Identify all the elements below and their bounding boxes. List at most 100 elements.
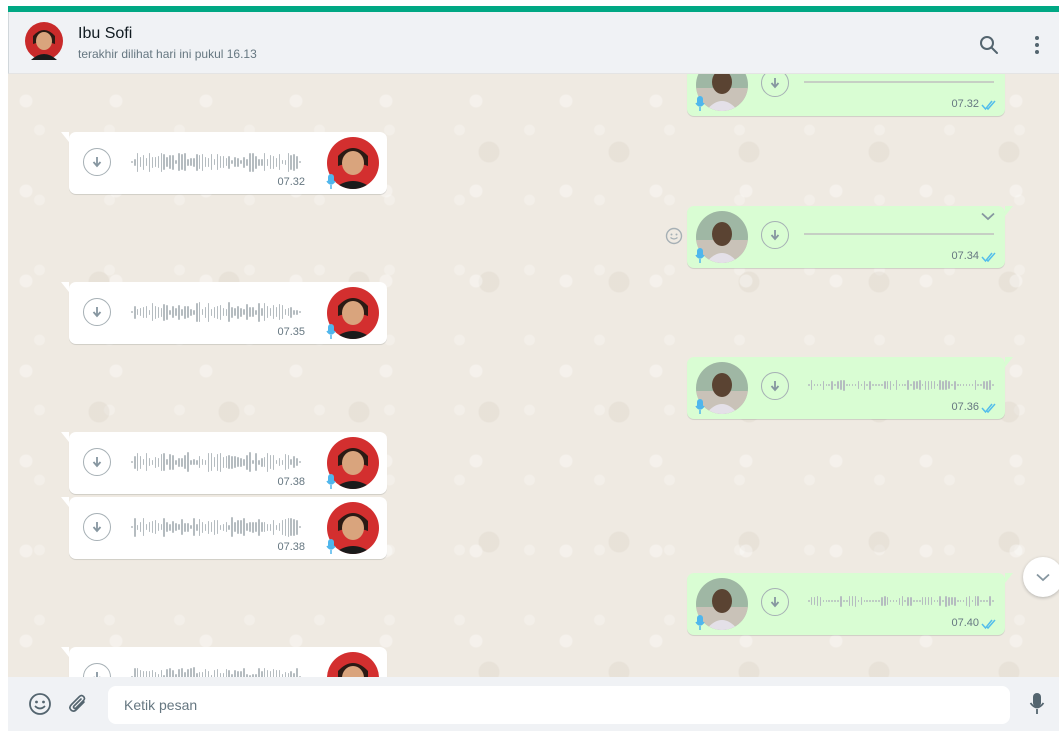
emoji-icon[interactable] bbox=[26, 690, 54, 718]
waveform-bar bbox=[187, 668, 189, 677]
waveform-bar bbox=[869, 380, 871, 390]
waveform-bar bbox=[269, 155, 272, 169]
chat-header[interactable]: Ibu Sofi terakhir dilihat hari ini pukul… bbox=[8, 12, 1059, 74]
waveform-bar bbox=[195, 153, 198, 171]
message-input[interactable] bbox=[108, 686, 1010, 724]
attach-icon[interactable] bbox=[64, 690, 92, 718]
waveform-bar bbox=[266, 158, 269, 166]
scroll-down-button[interactable] bbox=[1023, 557, 1059, 597]
download-button[interactable] bbox=[83, 663, 111, 677]
message-list[interactable]: 07.32 07.32 07.34 07.35 07.36 07.38 07.3… bbox=[8, 74, 1059, 677]
waveform-bar bbox=[210, 154, 213, 170]
waveform-bar bbox=[919, 600, 921, 602]
waveform-bar bbox=[904, 600, 906, 602]
waveform bbox=[808, 589, 994, 613]
waveform-bar bbox=[225, 669, 228, 677]
waveform-bar bbox=[228, 155, 231, 169]
waveform-bar bbox=[281, 519, 284, 535]
voice-message-outgoing[interactable]: 07.40 bbox=[687, 573, 1013, 635]
waveform-bar bbox=[275, 669, 278, 677]
waveform-bar bbox=[895, 380, 898, 390]
waveform-bar bbox=[213, 306, 216, 318]
waveform-bar bbox=[977, 596, 979, 606]
menu-icon[interactable] bbox=[1025, 33, 1049, 57]
waveform-bar bbox=[204, 157, 207, 167]
waveform-bar bbox=[933, 600, 936, 602]
voice-message-incoming[interactable]: 07.38 bbox=[61, 432, 387, 494]
download-button[interactable] bbox=[83, 448, 111, 476]
waveform-bar bbox=[234, 522, 236, 532]
contact-info[interactable]: Ibu Sofi terakhir dilihat hari ini pukul… bbox=[78, 24, 257, 62]
download-button[interactable] bbox=[761, 221, 789, 249]
chevron-down-icon[interactable] bbox=[981, 212, 995, 221]
waveform-bar bbox=[974, 596, 977, 606]
waveform-bar bbox=[281, 160, 284, 164]
waveform-bar bbox=[854, 595, 857, 607]
waveform-bar bbox=[848, 596, 851, 606]
waveform-bar bbox=[290, 306, 293, 318]
waveform-bar bbox=[225, 456, 228, 468]
voice-message-incoming[interactable]: 07.35 bbox=[61, 282, 387, 344]
waveform-bar bbox=[266, 669, 269, 677]
voice-message-incoming[interactable]: 07.38 bbox=[61, 497, 387, 559]
waveform-bar bbox=[175, 308, 177, 316]
waveform-bar bbox=[142, 518, 145, 536]
waveform-bar bbox=[157, 457, 160, 467]
mic-icon[interactable] bbox=[1023, 690, 1051, 718]
waveform-bar bbox=[172, 306, 174, 318]
waveform-bar bbox=[845, 384, 848, 386]
waveform-bar bbox=[151, 303, 154, 321]
search-icon[interactable] bbox=[977, 33, 1001, 57]
waveform-bar bbox=[968, 595, 971, 607]
last-seen-status: terakhir dilihat hari ini pukul 16.13 bbox=[78, 47, 257, 61]
download-button[interactable] bbox=[761, 74, 789, 97]
waveform-bar bbox=[810, 597, 813, 605]
waveform-bar bbox=[204, 668, 207, 677]
voice-message-incoming[interactable]: 07.32 bbox=[61, 132, 387, 194]
waveform-bar bbox=[207, 452, 210, 472]
waveform-bar bbox=[854, 384, 857, 386]
waveform-bar bbox=[204, 306, 207, 318]
waveform-bar bbox=[927, 597, 930, 605]
waveform-bar bbox=[263, 457, 266, 467]
message-time: 07.38 bbox=[277, 476, 305, 488]
download-button[interactable] bbox=[761, 588, 789, 616]
waveform-bar bbox=[913, 600, 915, 602]
waveform-bar bbox=[148, 152, 151, 172]
waveform-bar bbox=[234, 670, 236, 677]
waveform-bar bbox=[272, 454, 275, 470]
waveform-bar bbox=[848, 384, 851, 386]
waveform-bar bbox=[924, 597, 927, 605]
waveform-bar bbox=[278, 154, 281, 170]
download-button[interactable] bbox=[83, 298, 111, 326]
waveform-bar bbox=[278, 458, 281, 466]
waveform-bar bbox=[231, 306, 233, 318]
react-emoji-button[interactable] bbox=[664, 226, 684, 246]
voice-message-outgoing[interactable]: 07.32 bbox=[687, 74, 1005, 116]
contact-avatar[interactable] bbox=[25, 22, 63, 65]
waveform-bar bbox=[181, 154, 183, 170]
message-time: 07.40 bbox=[951, 617, 979, 629]
waveform-bar bbox=[875, 384, 877, 386]
waveform-bar bbox=[198, 456, 201, 468]
waveform bbox=[131, 515, 301, 539]
waveform-bar bbox=[136, 152, 139, 172]
voice-message-outgoing[interactable]: 07.36 bbox=[687, 357, 1013, 419]
waveform-bar bbox=[965, 596, 968, 606]
waveform-bar bbox=[222, 523, 225, 531]
waveform-bar bbox=[957, 384, 959, 386]
waveform-bar bbox=[163, 154, 166, 170]
download-button[interactable] bbox=[761, 372, 789, 400]
waveform-bar bbox=[863, 380, 866, 390]
voice-message-outgoing[interactable]: 07.34 bbox=[687, 206, 1013, 268]
waveform-bar bbox=[201, 309, 204, 315]
waveform-bar bbox=[989, 596, 991, 606]
voice-message-incoming[interactable] bbox=[61, 647, 387, 677]
download-button[interactable] bbox=[83, 513, 111, 541]
sender-avatar bbox=[695, 74, 749, 112]
waveform-bar bbox=[284, 518, 287, 536]
download-button[interactable] bbox=[83, 148, 111, 176]
waveform-bar bbox=[287, 455, 290, 469]
waveform-bar bbox=[243, 458, 245, 466]
waveform-bar bbox=[875, 600, 877, 602]
